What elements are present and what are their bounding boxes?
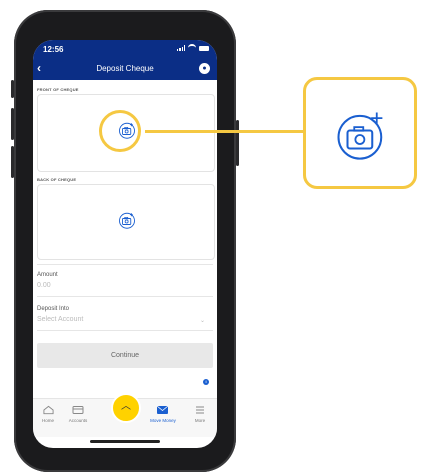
tab-more[interactable]: More — [185, 405, 215, 423]
battery-icon — [199, 45, 209, 51]
tab-move-money[interactable]: Move Money — [145, 405, 181, 423]
power-button — [236, 120, 239, 166]
chevron-down-icon: ⌄ — [199, 318, 205, 324]
menu-icon — [196, 406, 204, 414]
phone-screen: 12:56 ‹ Deposit Cheque ● FRONT OF CHEQUE… — [33, 40, 217, 448]
envelope-money-icon — [156, 405, 169, 414]
tab-home-label: Home — [41, 418, 54, 423]
top-nav-bar: ‹ Deposit Cheque ● — [33, 58, 217, 80]
status-icons — [177, 44, 209, 52]
divider — [37, 264, 213, 265]
camera-plus-icon — [119, 212, 135, 229]
tab-accounts-label: Accounts — [68, 418, 88, 423]
tab-accounts[interactable]: Accounts — [63, 405, 93, 423]
side-button — [11, 80, 14, 98]
tab-home[interactable]: Home — [33, 405, 63, 423]
home-indicator — [90, 440, 160, 443]
volume-up-button — [11, 108, 14, 140]
camera-plus-icon — [337, 112, 383, 160]
divider — [37, 330, 213, 331]
back-cheque-capture[interactable] — [37, 184, 215, 260]
highlight-ring — [99, 110, 141, 152]
status-bar: 12:56 — [33, 40, 217, 58]
amount-label: Amount — [37, 272, 58, 278]
back-of-cheque-label: BACK OF CHEQUE — [37, 177, 77, 182]
bottom-tab-bar: Home Accounts ︿ Move Money More — [33, 393, 217, 437]
callout-zoom-box — [303, 77, 417, 189]
callout-connector — [145, 130, 305, 133]
deposit-into-label: Deposit Into — [37, 306, 70, 312]
front-of-cheque-label: FRONT OF CHEQUE — [37, 87, 79, 92]
status-time: 12:56 — [43, 45, 64, 54]
deposit-into-select[interactable]: Select Account — [37, 316, 83, 323]
page-title: Deposit Cheque — [96, 64, 154, 73]
divider — [37, 296, 213, 297]
volume-down-button — [11, 146, 14, 178]
amount-input[interactable]: 0.00 — [37, 282, 51, 289]
home-icon — [42, 405, 54, 415]
info-icon[interactable]: i — [203, 379, 209, 385]
tab-more-label: More — [194, 418, 206, 423]
chat-icon[interactable]: ● — [199, 63, 210, 74]
card-icon — [72, 406, 84, 414]
tab-move-money-label: Move Money — [150, 418, 176, 423]
wifi-icon — [188, 44, 196, 52]
signal-icon — [177, 45, 185, 51]
continue-button[interactable]: Continue — [37, 343, 213, 368]
quick-actions-button[interactable]: ︿ — [111, 393, 141, 423]
chevron-up-icon: ︿ — [121, 401, 131, 412]
